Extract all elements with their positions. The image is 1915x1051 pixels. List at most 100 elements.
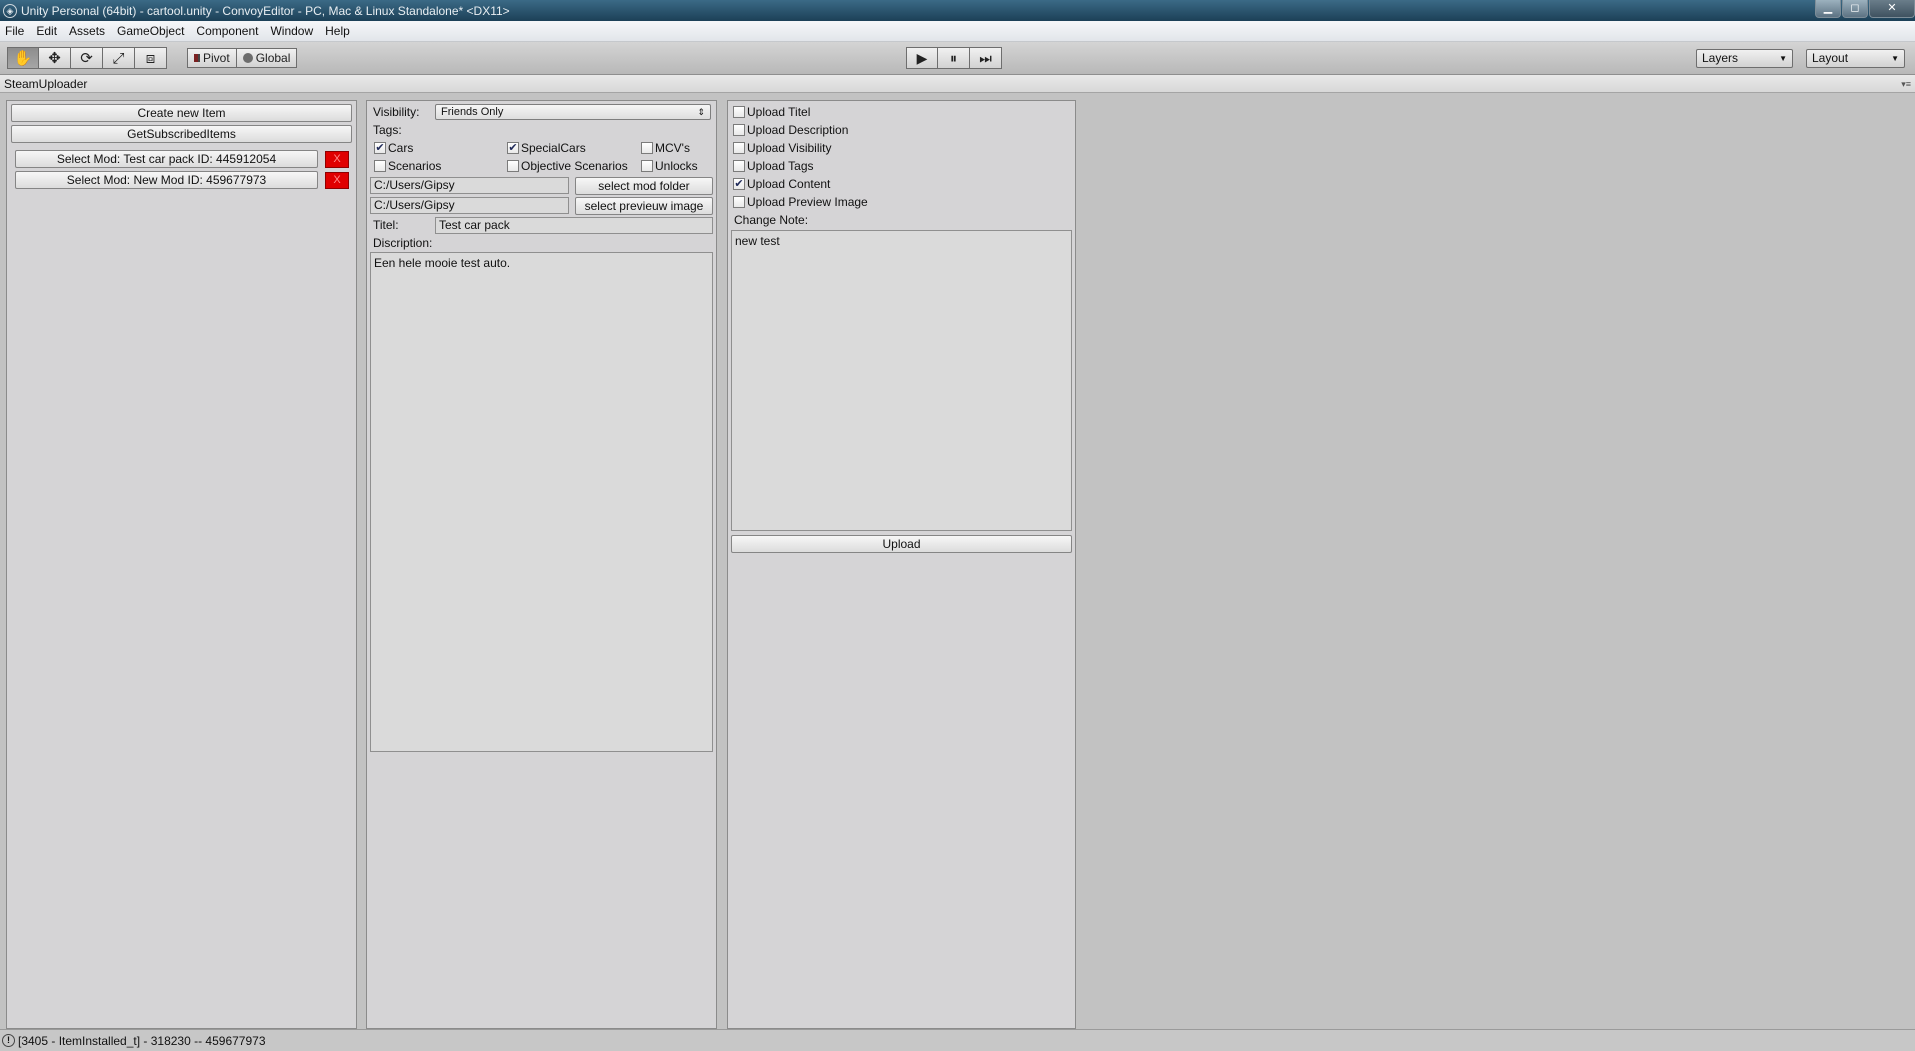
window-title: Unity Personal (64bit) - cartool.unity -… <box>21 3 510 18</box>
chevron-down-icon: ▼ <box>1779 54 1787 63</box>
transform-tools: ✋ ✥ ⟳ ⤢ ⧈ <box>7 47 167 69</box>
pause-icon: ⏸ <box>950 49 957 66</box>
updown-arrow-icon: ⇕ <box>697 107 705 117</box>
globe-icon <box>242 53 253 63</box>
upload-preview-image-label: Upload Preview Image <box>747 195 868 209</box>
preview-image-path-field[interactable]: C:/Users/Gipsy <box>370 197 569 214</box>
upload-options-panel: Upload Titel Upload Description Upload V… <box>727 100 1076 1029</box>
title-input[interactable]: Test car pack <box>435 217 713 234</box>
tag-specialcars-checkbox[interactable]: ✔ <box>507 142 519 154</box>
global-label: Global <box>255 51 291 65</box>
description-textarea[interactable]: Een hele mooie test auto. <box>370 252 713 752</box>
visibility-dropdown[interactable]: Friends Only ⇕ <box>435 104 711 120</box>
tag-cars-checkbox[interactable]: ✔ <box>374 142 386 154</box>
tag-scenarios-label: Scenarios <box>388 159 442 173</box>
status-bar: ! [3405 - ItemInstalled_t] - 318230 -- 4… <box>0 1029 1915 1051</box>
check-icon: ✔ <box>508 142 518 154</box>
upload-tags-label: Upload Tags <box>747 159 814 173</box>
tab-steamuploader[interactable]: SteamUploader <box>4 77 87 91</box>
title-label: Titel: <box>373 218 399 232</box>
move-icon: ✥ <box>48 50 61 67</box>
tag-mcvs-checkbox[interactable] <box>641 142 653 154</box>
pivot-button[interactable]: Pivot <box>187 48 237 68</box>
tag-unlocks-checkbox[interactable] <box>641 160 653 172</box>
visibility-label: Visibility: <box>373 105 420 119</box>
tag-specialcars-label: SpecialCars <box>521 141 586 155</box>
change-note-textarea[interactable]: new test <box>731 230 1072 531</box>
rect-tool-button[interactable]: ⧈ <box>135 47 167 69</box>
menu-bar: File Edit Assets GameObject Component Wi… <box>0 21 1915 42</box>
upload-description-checkbox[interactable] <box>733 124 745 136</box>
select-preview-image-button[interactable]: select previeuw image <box>575 197 713 215</box>
delete-mod-button[interactable]: X <box>325 172 349 189</box>
menu-gameobject[interactable]: GameObject <box>112 24 191 38</box>
upload-description-label: Upload Description <box>747 123 849 137</box>
tag-objective-scenarios-checkbox[interactable] <box>507 160 519 172</box>
pause-button[interactable]: ⏸ <box>938 47 970 69</box>
status-message[interactable]: [3405 - ItemInstalled_t] - 318230 -- 459… <box>18 1034 266 1048</box>
select-mod-folder-button[interactable]: select mod folder <box>575 177 713 195</box>
hand-icon: ✋ <box>13 50 33 67</box>
move-tool-button[interactable]: ✥ <box>39 47 71 69</box>
title-bar: ◈ Unity Personal (64bit) - cartool.unity… <box>0 0 1915 21</box>
menu-edit[interactable]: Edit <box>31 24 64 38</box>
get-subscribed-items-button[interactable]: GetSubscribedItems <box>11 125 352 143</box>
window-tab-bar: SteamUploader ▾≡ <box>0 75 1915 93</box>
pivot-icon <box>194 54 200 62</box>
maximize-button[interactable]: ◻ <box>1842 0 1868 18</box>
layout-label: Layout <box>1812 51 1849 65</box>
upload-content-checkbox[interactable]: ✔ <box>733 178 745 190</box>
step-icon: ⏭ <box>979 49 992 66</box>
hand-tool-button[interactable]: ✋ <box>7 47 39 69</box>
upload-button[interactable]: Upload <box>731 535 1072 553</box>
global-button[interactable]: Global <box>236 48 298 68</box>
menu-help[interactable]: Help <box>320 24 357 38</box>
create-new-item-button[interactable]: Create new Item <box>11 104 352 122</box>
tab-menu-icon[interactable]: ▾≡ <box>1901 79 1911 90</box>
select-mod-button[interactable]: Select Mod: Test car pack ID: 445912054 <box>15 150 318 168</box>
upload-visibility-label: Upload Visibility <box>747 141 832 155</box>
pivot-label: Pivot <box>203 51 230 65</box>
layout-dropdown[interactable]: Layout ▼ <box>1806 49 1905 68</box>
close-button[interactable]: ✕ <box>1869 0 1915 18</box>
scale-icon: ⤢ <box>112 49 125 67</box>
mod-folder-path-field[interactable]: C:/Users/Gipsy <box>370 177 569 194</box>
check-icon: ✔ <box>375 142 385 154</box>
tag-scenarios-checkbox[interactable] <box>374 160 386 172</box>
menu-window[interactable]: Window <box>265 24 320 38</box>
layers-dropdown[interactable]: Layers ▼ <box>1696 49 1793 68</box>
upload-preview-image-checkbox[interactable] <box>733 196 745 208</box>
play-button[interactable]: ▶ <box>906 47 938 69</box>
playback-controls: ▶ ⏸ ⏭ <box>906 47 1002 69</box>
menu-assets[interactable]: Assets <box>64 24 112 38</box>
upload-title-checkbox[interactable] <box>733 106 745 118</box>
info-icon: ! <box>2 1034 15 1047</box>
play-icon: ▶ <box>916 49 928 66</box>
upload-tags-checkbox[interactable] <box>733 160 745 172</box>
tag-mcvs-label: MCV's <box>655 141 690 155</box>
rotate-tool-button[interactable]: ⟳ <box>71 47 103 69</box>
mod-list-panel: Create new Item GetSubscribedItems Selec… <box>6 100 357 1029</box>
change-note-label: Change Note: <box>734 213 809 227</box>
tag-objective-scenarios-label: Objective Scenarios <box>521 159 628 173</box>
menu-file[interactable]: File <box>0 24 31 38</box>
upload-visibility-checkbox[interactable] <box>733 142 745 154</box>
check-icon: ✔ <box>734 178 744 190</box>
tag-cars-label: Cars <box>388 141 414 155</box>
visibility-value: Friends Only <box>441 106 504 118</box>
chevron-down-icon: ▼ <box>1891 54 1899 63</box>
rect-icon: ⧈ <box>145 49 156 67</box>
menu-component[interactable]: Component <box>191 24 265 38</box>
delete-mod-button[interactable]: X <box>325 151 349 168</box>
scale-tool-button[interactable]: ⤢ <box>103 47 135 69</box>
step-button[interactable]: ⏭ <box>970 47 1002 69</box>
pivot-global-group: Pivot Global <box>187 48 298 68</box>
window-controls: ▁ ◻ ✕ <box>1814 0 1915 21</box>
rotate-icon: ⟳ <box>80 50 93 67</box>
minimize-button[interactable]: ▁ <box>1815 0 1841 18</box>
toolbar: ✋ ✥ ⟳ ⤢ ⧈ Pivot Global ▶ ⏸ ⏭ Layers ▼ La… <box>0 42 1915 75</box>
select-mod-button[interactable]: Select Mod: New Mod ID: 459677973 <box>15 171 318 189</box>
mod-details-panel: Visibility: Friends Only ⇕ Tags: ✔ Cars … <box>366 100 717 1029</box>
upload-title-label: Upload Titel <box>747 105 811 119</box>
upload-content-label: Upload Content <box>747 177 831 191</box>
